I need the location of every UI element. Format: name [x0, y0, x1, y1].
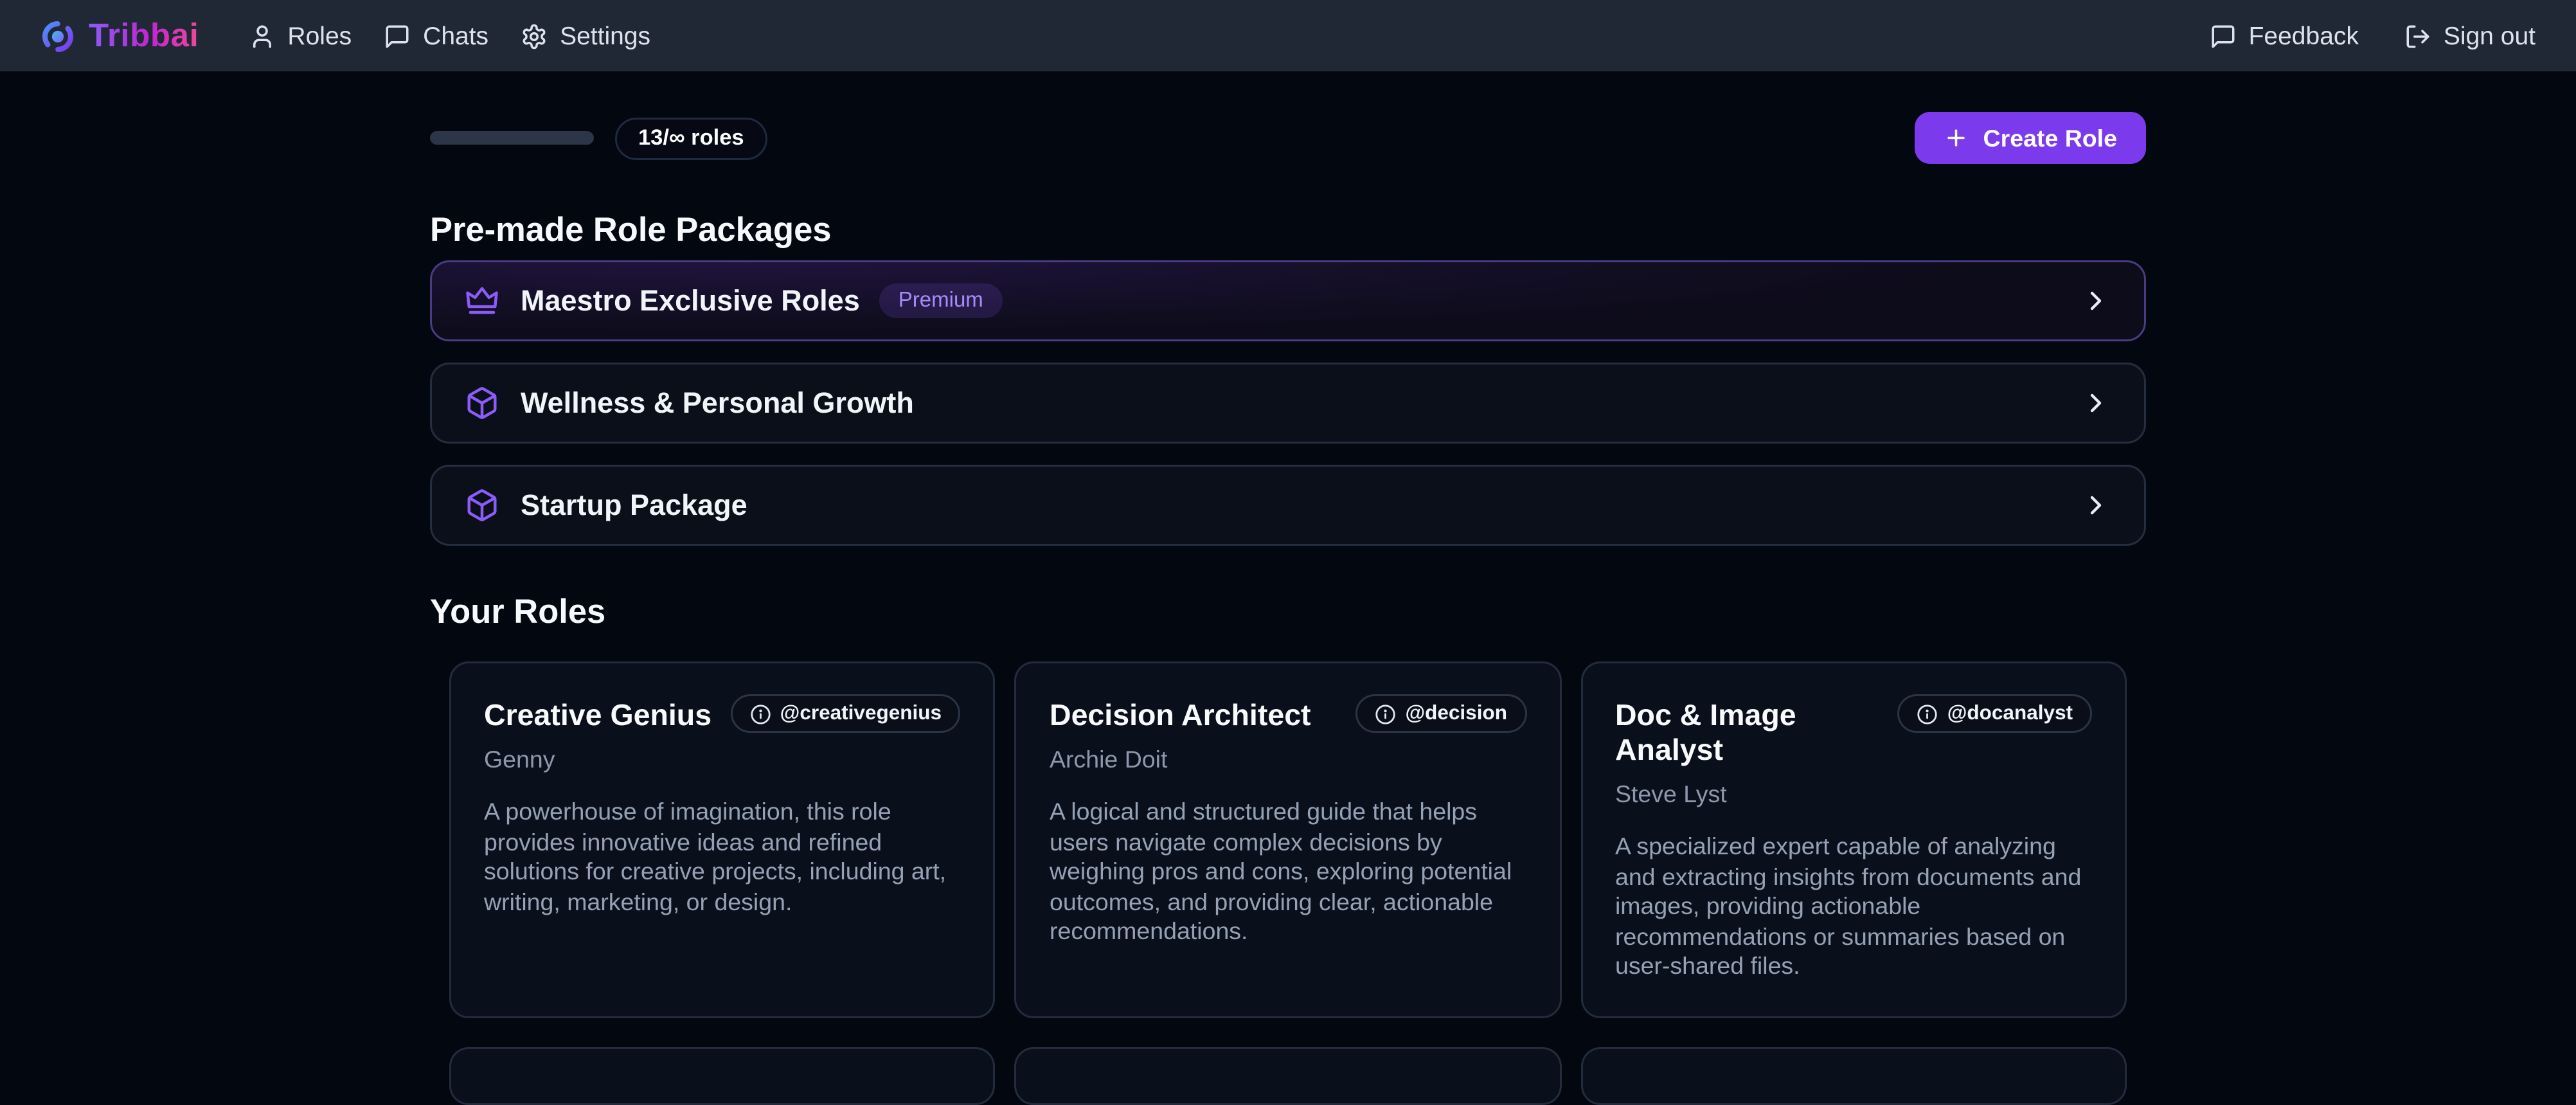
- role-handle-badge[interactable]: @creativegenius: [730, 694, 961, 733]
- info-icon: [1374, 703, 1395, 724]
- role-title: Decision Architect: [1050, 700, 1311, 735]
- package-label: Wellness & Personal Growth: [521, 387, 914, 420]
- role-card-creative-genius[interactable]: Creative Genius @creativegenius Genny A …: [449, 661, 996, 1018]
- chevron-right-icon: [2080, 285, 2111, 316]
- package-row-startup[interactable]: Startup Package: [430, 465, 2146, 546]
- chat-icon: [384, 22, 411, 49]
- role-handle-badge[interactable]: @docanalyst: [1897, 694, 2092, 733]
- chevron-right-icon: [2080, 388, 2111, 418]
- nav-item-label: Chats: [423, 21, 488, 50]
- roles-usage-progress-bar: [430, 131, 594, 145]
- role-card-stub[interactable]: [1580, 1047, 2127, 1105]
- nav-right: Feedback Sign out: [2210, 21, 2536, 50]
- card-header: Decision Architect @decision: [1050, 694, 1526, 735]
- role-card-stub[interactable]: [449, 1047, 996, 1105]
- brand-name: Tribbai: [89, 17, 199, 55]
- roles-count-badge: 13/∞ roles: [615, 117, 767, 159]
- package-label: Maestro Exclusive Roles: [521, 285, 860, 318]
- gear-icon: [521, 22, 548, 49]
- nav-items: Roles Chats Settings: [249, 21, 650, 50]
- crown-icon: [465, 283, 499, 318]
- sign-out-icon: [2405, 22, 2432, 49]
- feedback-icon: [2210, 22, 2237, 49]
- your-roles-section-title: Your Roles: [430, 592, 2146, 633]
- main-content: 13/∞ roles Create Role Pre-made Role Pac…: [430, 112, 2146, 1105]
- role-card-decision-architect[interactable]: Decision Architect @decision Archie Doit…: [1015, 661, 1561, 1018]
- package-row-wellness[interactable]: Wellness & Personal Growth: [430, 363, 2146, 444]
- nav-item-chats[interactable]: Chats: [384, 21, 488, 50]
- nav-item-label: Feedback: [2249, 21, 2359, 50]
- info-icon: [749, 703, 771, 724]
- role-subtitle: Genny: [484, 746, 961, 773]
- role-handle: @decision: [1405, 702, 1507, 725]
- card-header: Doc & Image Analyst @docanalyst: [1615, 694, 2092, 769]
- nav-item-label: Roles: [287, 21, 352, 50]
- role-card-doc-image-analyst[interactable]: Doc & Image Analyst @docanalyst Steve Ly…: [1580, 661, 2127, 1018]
- nav-item-label: Sign out: [2444, 21, 2536, 50]
- role-cards-container: Creative Genius @creativegenius Genny A …: [430, 661, 2146, 1105]
- package-row-maestro[interactable]: Maestro Exclusive Roles Premium: [430, 260, 2146, 341]
- chevron-right-icon: [2080, 490, 2111, 521]
- create-role-button[interactable]: Create Role: [1914, 112, 2146, 164]
- role-cards-next-row: [449, 1047, 2127, 1105]
- package-label: Startup Package: [521, 489, 747, 522]
- role-description: A powerhouse of imagination, this role p…: [484, 798, 961, 919]
- role-subtitle: Archie Doit: [1050, 746, 1526, 773]
- info-icon: [1917, 703, 1938, 724]
- role-description: A specialized expert capable of analyzin…: [1615, 833, 2092, 984]
- role-handle-badge[interactable]: @decision: [1355, 694, 1526, 733]
- card-header: Creative Genius @creativegenius: [484, 694, 961, 735]
- nav-item-roles[interactable]: Roles: [249, 21, 352, 50]
- role-subtitle: Steve Lyst: [1615, 781, 2092, 808]
- roles-toolbar: 13/∞ roles Create Role: [430, 112, 2146, 164]
- package-icon: [465, 386, 499, 420]
- user-icon: [249, 22, 276, 49]
- app-root: Tribbai Roles Chats: [0, 0, 2576, 1053]
- role-description: A logical and structured guide that help…: [1050, 798, 1526, 949]
- brand[interactable]: Tribbai: [40, 17, 199, 55]
- role-handle: @docanalyst: [1947, 702, 2073, 725]
- nav-item-label: Settings: [560, 21, 650, 50]
- nav-item-sign-out[interactable]: Sign out: [2405, 21, 2536, 50]
- nav-item-feedback[interactable]: Feedback: [2210, 21, 2359, 50]
- package-icon: [465, 488, 499, 523]
- create-role-label: Create Role: [1983, 125, 2117, 152]
- role-handle: @creativegenius: [780, 702, 942, 725]
- role-cards-grid: Creative Genius @creativegenius Genny A …: [449, 661, 2127, 1018]
- role-title: Creative Genius: [484, 700, 711, 735]
- nav-item-settings[interactable]: Settings: [521, 21, 650, 50]
- top-nav: Tribbai Roles Chats: [0, 0, 2576, 71]
- premium-badge: Premium: [879, 283, 1003, 318]
- role-card-stub[interactable]: [1015, 1047, 1561, 1105]
- plus-icon: [1943, 125, 1968, 150]
- brand-logo-icon: [40, 19, 75, 53]
- packages-section-title: Pre-made Role Packages: [430, 210, 2146, 251]
- role-title: Doc & Image Analyst: [1615, 700, 1897, 769]
